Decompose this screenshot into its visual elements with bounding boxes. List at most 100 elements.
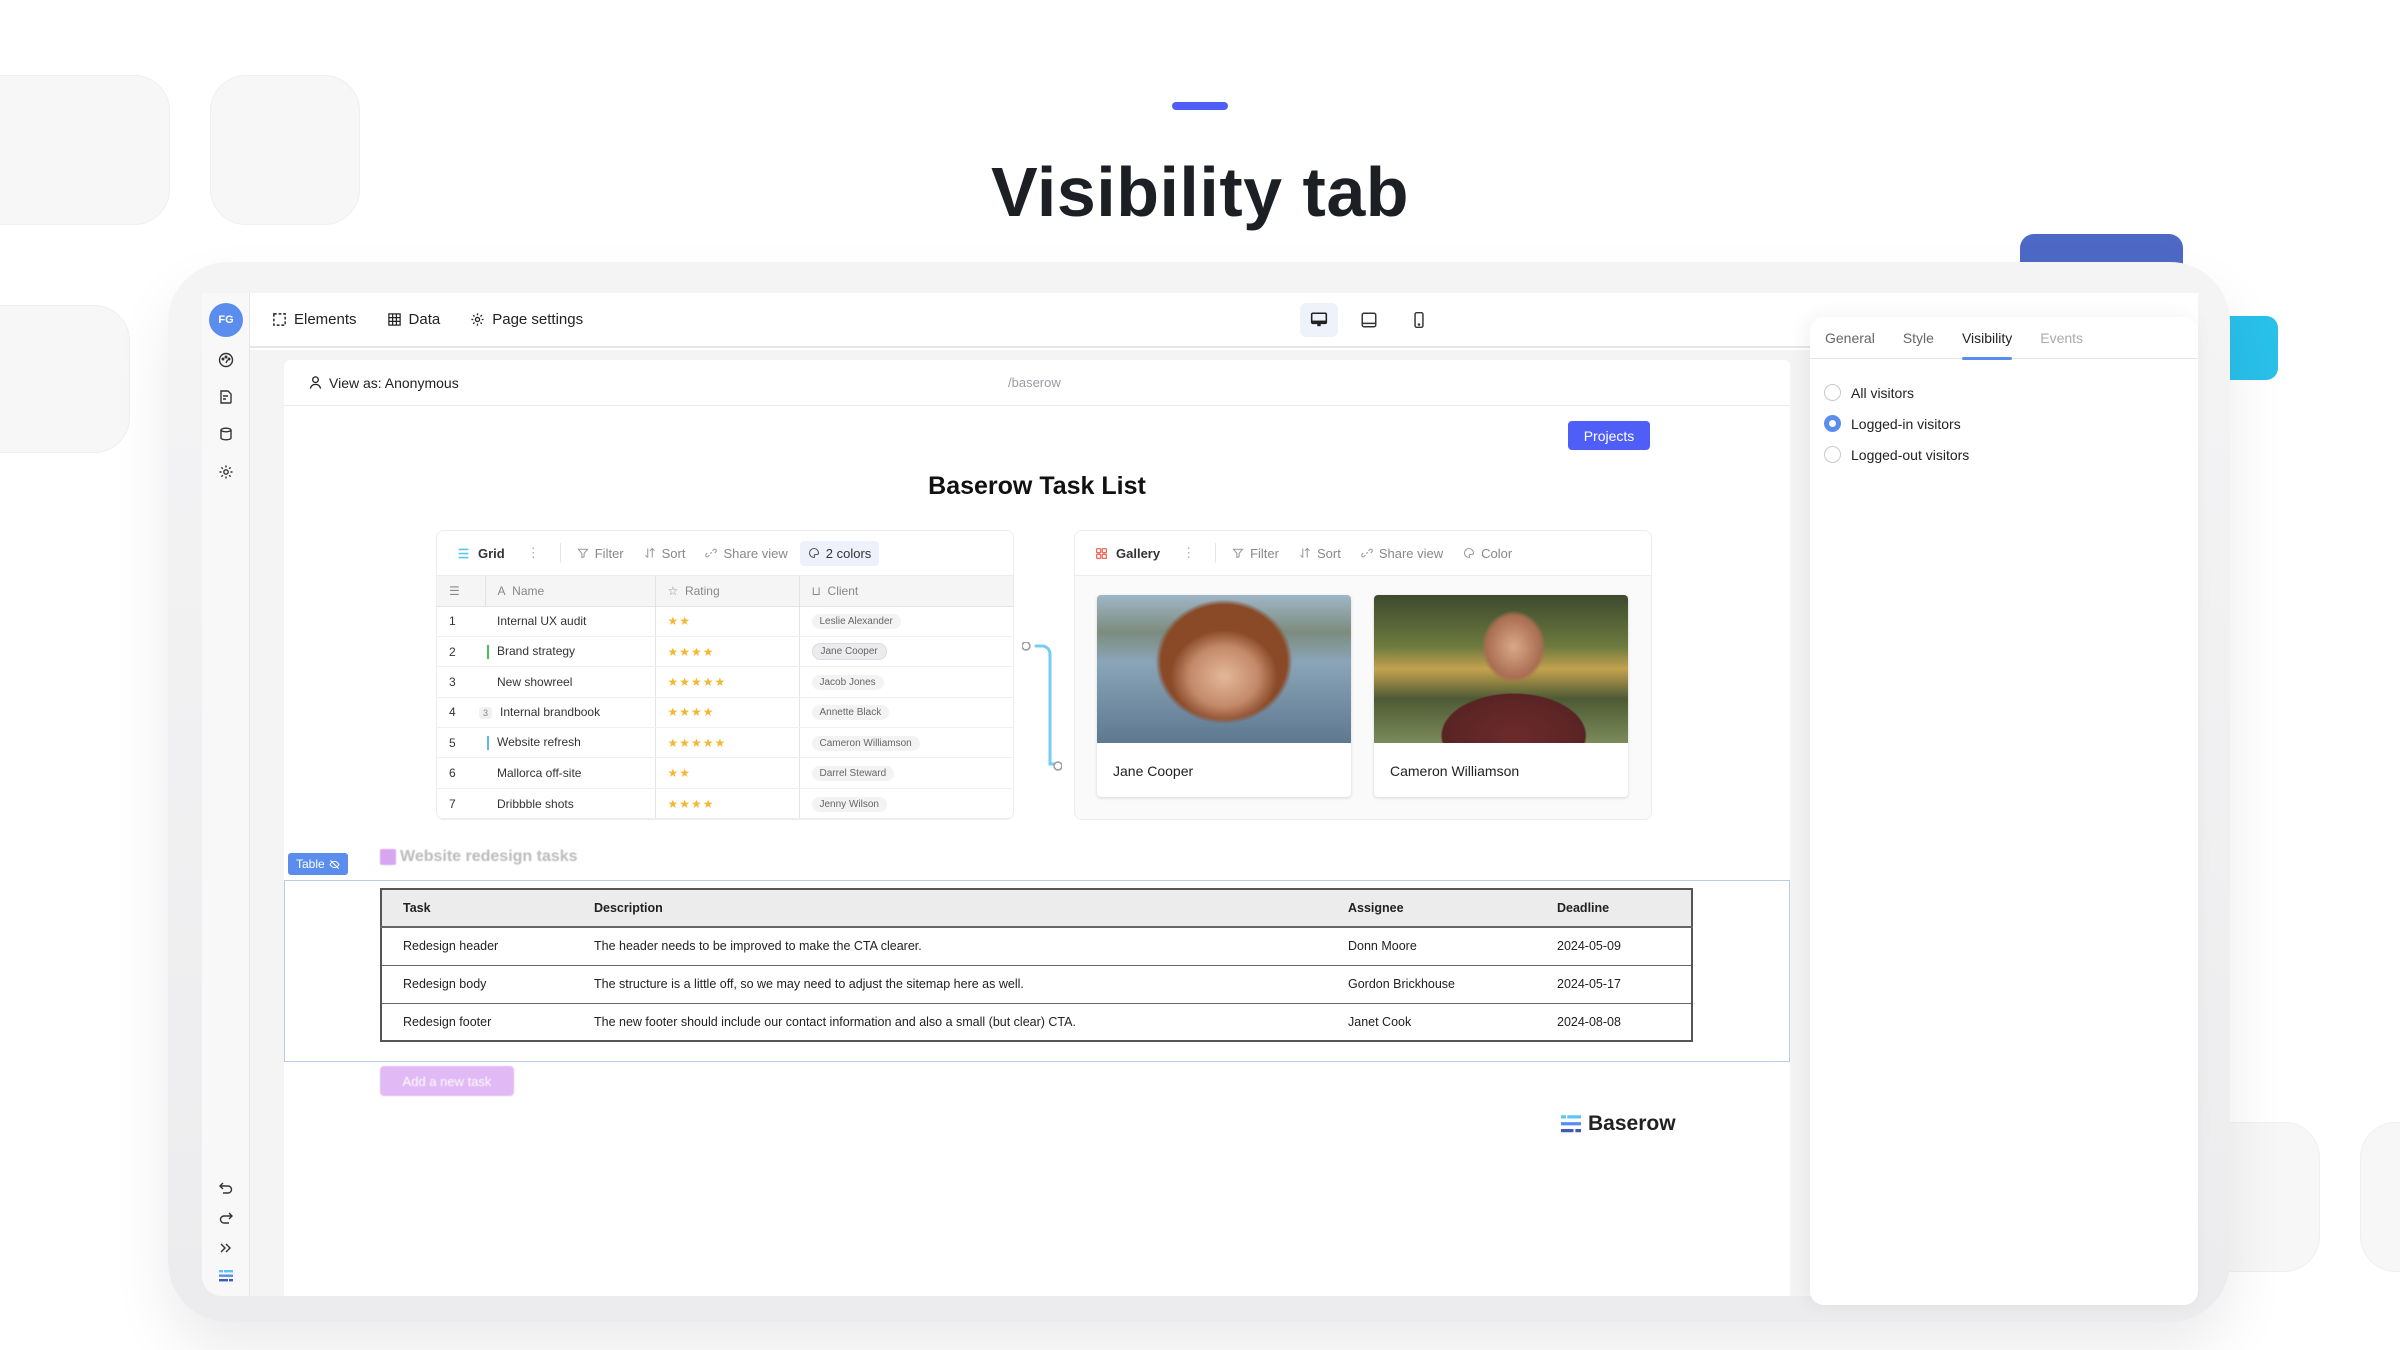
row-color-mark bbox=[487, 645, 489, 659]
grid-view-name: Grid bbox=[478, 545, 505, 561]
grid-share-view-button[interactable]: Share view bbox=[705, 546, 788, 561]
grid-view-switch[interactable]: Grid bbox=[457, 546, 505, 561]
gallery-filter-button[interactable]: Filter bbox=[1232, 546, 1279, 561]
baserow-logo-icon[interactable] bbox=[215, 1265, 237, 1287]
tasks-row: Redesign footer The new footer should in… bbox=[381, 1003, 1692, 1042]
settings-icon[interactable] bbox=[215, 461, 237, 483]
tasks-column-header: Deadline bbox=[1536, 889, 1692, 928]
tab-general[interactable]: General bbox=[1825, 317, 1875, 359]
tab-events[interactable]: Events bbox=[2040, 317, 2083, 359]
description-cell: The header needs to be improved to make … bbox=[573, 927, 1327, 966]
grid-row[interactable]: 4 3 Internal brandbook ★★★★ Annette Black bbox=[437, 697, 1013, 729]
elements-label: Elements bbox=[294, 311, 357, 328]
gallery-card[interactable]: Cameron Williamson bbox=[1374, 595, 1628, 797]
grid-column-header[interactable]: A Name bbox=[485, 576, 656, 607]
avatar[interactable]: FG bbox=[209, 303, 243, 337]
grid-color-button[interactable]: 2 colors bbox=[799, 540, 880, 566]
grid-row[interactable]: 7 Dribbble shots ★★★★ Jenny Wilson bbox=[437, 788, 1013, 819]
gallery-sort-button[interactable]: Sort bbox=[1299, 546, 1341, 561]
row-number: 4 bbox=[437, 697, 485, 729]
table-heading-text: Website redesign tasks bbox=[400, 848, 578, 865]
table-heading: Website redesign tasks bbox=[380, 848, 578, 866]
filter-icon bbox=[1232, 548, 1244, 559]
mobile-device-button[interactable] bbox=[1400, 303, 1438, 337]
gallery-color-button[interactable]: Color bbox=[1463, 546, 1512, 561]
redo-icon[interactable] bbox=[215, 1207, 237, 1229]
grid-row[interactable]: 6 Mallorca off-site ★★ Darrel Steward bbox=[437, 757, 1013, 789]
page-settings-label: Page settings bbox=[492, 311, 584, 328]
radio-all-visitors[interactable]: All visitors bbox=[1824, 377, 2184, 408]
description-cell: The structure is a little off, so we may… bbox=[573, 965, 1327, 1004]
grid-row[interactable]: 5 Website refresh ★★★★★ Cameron Williams… bbox=[437, 727, 1013, 759]
row-rating: ★★★★ bbox=[655, 636, 800, 668]
divider bbox=[559, 543, 561, 563]
gallery-view-mock: Gallery ⋮ Filter Sort Share view Color J… bbox=[1074, 530, 1652, 820]
card-photo bbox=[1097, 595, 1351, 743]
grid-header-row: ☰ A Name ☆ Rating ⊔ Client bbox=[437, 576, 1013, 607]
assignee-cell: Gordon Brickhouse bbox=[1327, 965, 1536, 1004]
deadline-cell: 2024-05-17 bbox=[1536, 965, 1692, 1004]
elements-button[interactable]: Elements bbox=[272, 311, 357, 328]
client-chip: Jane Cooper bbox=[811, 643, 887, 661]
tasks-row: Redesign body The structure is a little … bbox=[381, 965, 1692, 1004]
grid-column-header[interactable]: ☆ Rating bbox=[655, 576, 800, 607]
gallery-view-switch[interactable]: Gallery bbox=[1095, 546, 1160, 561]
gallery-share-view-button[interactable]: Share view bbox=[1360, 546, 1443, 561]
more-icon[interactable]: ⋮ bbox=[527, 545, 540, 561]
data-button[interactable]: Data bbox=[387, 311, 440, 328]
tasks-table: Task Description Assignee Deadline Redes… bbox=[380, 888, 1693, 1042]
row-name: Brand strategy bbox=[497, 644, 576, 659]
radio-button[interactable] bbox=[1824, 384, 1841, 401]
row-number: 6 bbox=[437, 757, 485, 789]
row-name: New showreel bbox=[485, 666, 656, 698]
task-cell: Redesign body bbox=[381, 965, 573, 1004]
radio-logged-in-visitors[interactable]: Logged-in visitors bbox=[1824, 408, 2184, 439]
tab-style[interactable]: Style bbox=[1903, 317, 1934, 359]
grid-filter-button[interactable]: Filter bbox=[577, 546, 624, 561]
gear-icon bbox=[471, 313, 484, 326]
radio-logged-out-visitors[interactable]: Logged-out visitors bbox=[1824, 439, 2184, 470]
projects-button[interactable]: Projects bbox=[1568, 421, 1650, 450]
row-client-cell: Leslie Alexander bbox=[799, 606, 1013, 637]
row-number: 7 bbox=[437, 788, 485, 819]
tab-visibility[interactable]: Visibility bbox=[1961, 317, 2013, 360]
expand-icon[interactable] bbox=[215, 1237, 237, 1259]
logo-text: Baserow bbox=[1588, 1112, 1676, 1135]
grid-column-header[interactable]: ⊔ Client bbox=[799, 576, 1013, 607]
grid-row[interactable]: 2 Brand strategy ★★★★ Jane Cooper bbox=[437, 636, 1013, 668]
undo-icon[interactable] bbox=[215, 1177, 237, 1199]
dashboard-icon[interactable] bbox=[215, 349, 237, 371]
add-task-button[interactable]: Add a new task bbox=[380, 1066, 514, 1096]
client-chip: Leslie Alexander bbox=[811, 614, 901, 630]
radio-button[interactable] bbox=[1824, 446, 1841, 463]
decorative-tile bbox=[0, 305, 130, 453]
radio-button[interactable] bbox=[1824, 415, 1841, 432]
grid-row[interactable]: 3 New showreel ★★★★★ Jacob Jones bbox=[437, 666, 1013, 698]
row-select-header[interactable]: ☰ bbox=[437, 576, 486, 607]
column-client: Client bbox=[827, 583, 859, 598]
description-cell: The new footer should include our contac… bbox=[573, 1003, 1327, 1042]
view-as-selector[interactable]: View as: Anonymous bbox=[329, 375, 459, 391]
page-settings-button[interactable]: Page settings bbox=[470, 311, 583, 328]
tablet-device-button[interactable] bbox=[1350, 303, 1388, 337]
table-element-badge[interactable]: Table bbox=[288, 853, 348, 875]
grid-sort-button[interactable]: Sort bbox=[644, 546, 685, 561]
gallery-sort-label: Sort bbox=[1316, 545, 1341, 561]
baserow-logo-icon bbox=[1561, 1115, 1581, 1133]
more-icon[interactable]: ⋮ bbox=[1182, 545, 1195, 561]
row-color-mark bbox=[487, 736, 489, 751]
page-preview: View as: Anonymous /baserow Projects Bas… bbox=[284, 360, 1790, 1296]
desktop-device-button[interactable] bbox=[1300, 303, 1338, 337]
deadline-cell: 2024-08-08 bbox=[1536, 1003, 1692, 1042]
grid-row[interactable]: 1 Internal UX audit ★★ Leslie Alexander bbox=[437, 606, 1013, 637]
radio-label: Logged-out visitors bbox=[1851, 446, 1970, 463]
user-icon bbox=[309, 376, 322, 389]
database-icon[interactable] bbox=[215, 423, 237, 445]
tasks-column-header: Assignee bbox=[1327, 889, 1536, 928]
grid-color-label: 2 colors bbox=[825, 545, 872, 561]
page-edit-icon[interactable] bbox=[215, 386, 237, 408]
client-chip: Jacob Jones bbox=[811, 674, 884, 690]
elements-icon bbox=[273, 313, 286, 326]
gallery-card[interactable]: Jane Cooper bbox=[1097, 595, 1351, 797]
client-chip: Darrel Steward bbox=[811, 766, 895, 782]
